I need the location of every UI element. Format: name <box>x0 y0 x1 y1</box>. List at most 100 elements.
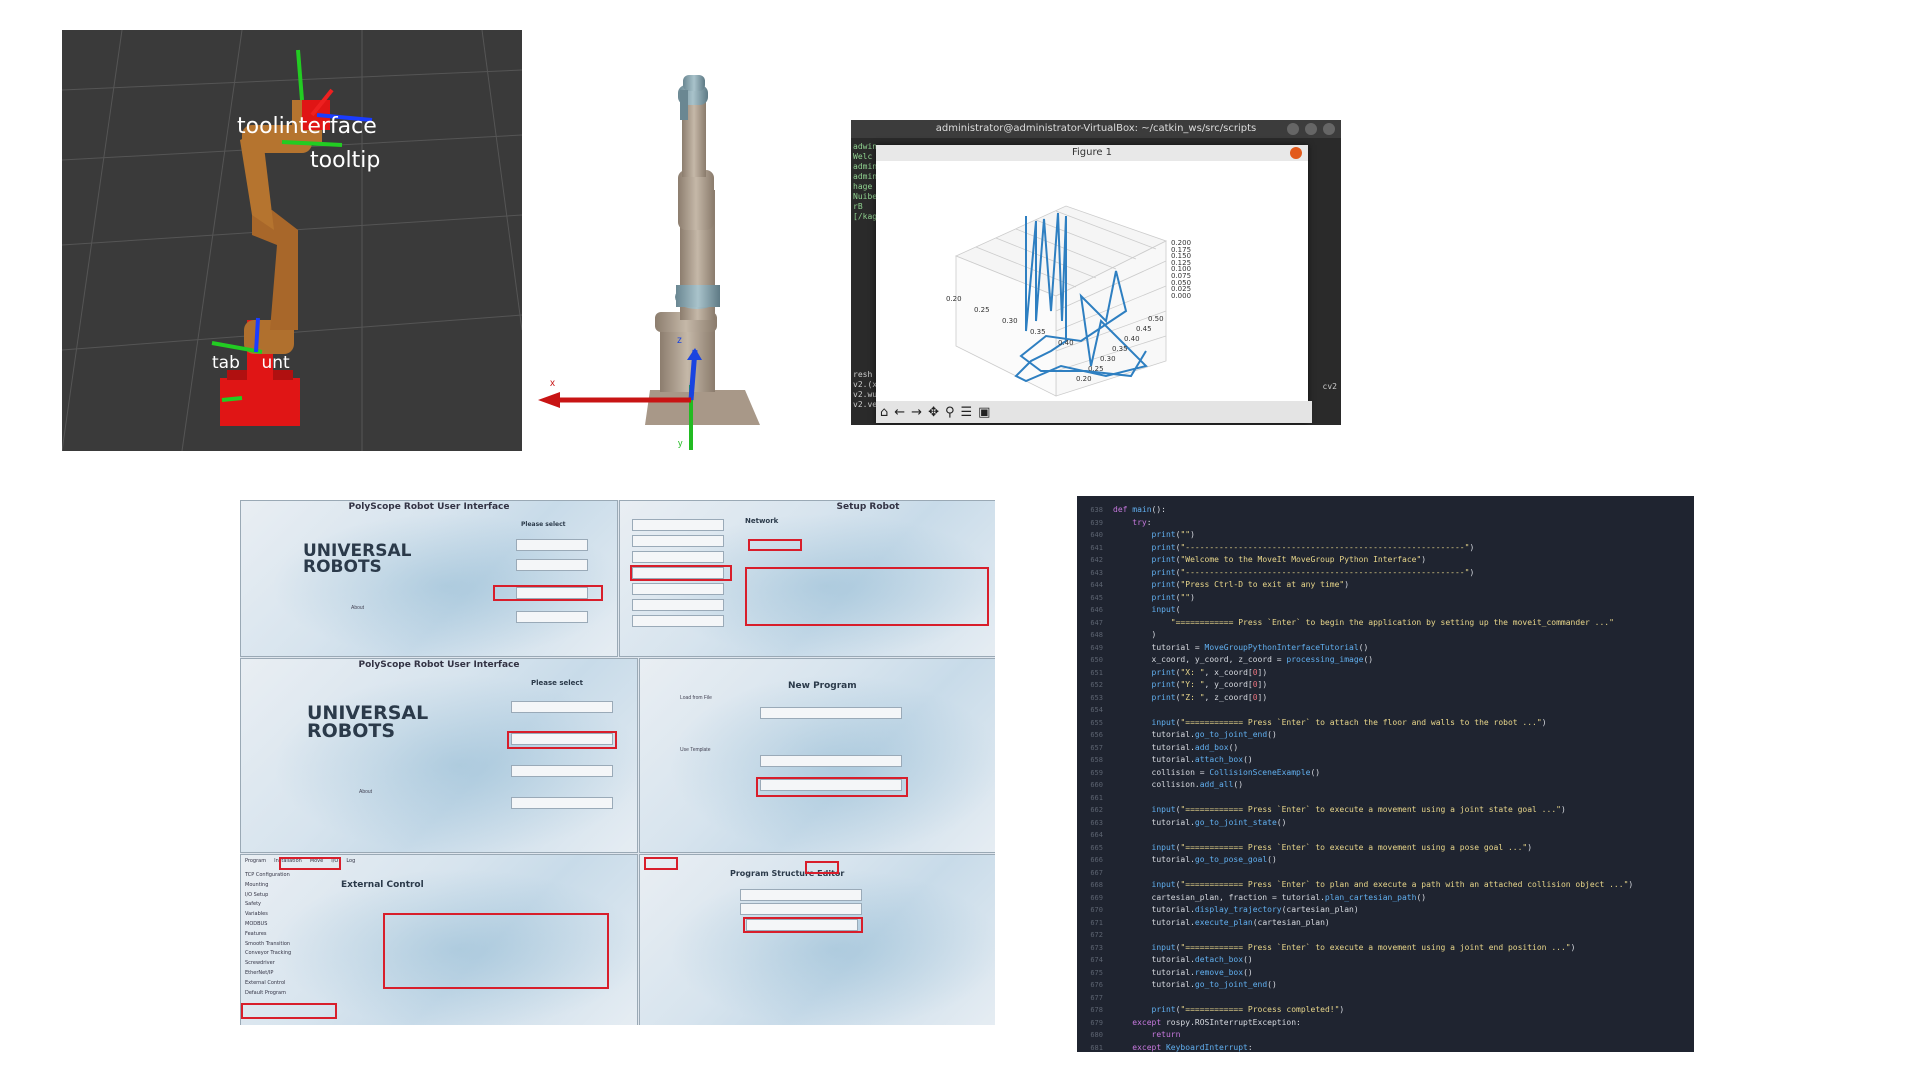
terminal-window-controls[interactable] <box>1287 123 1335 135</box>
code-token: ) <box>1421 555 1427 564</box>
installation-menu-item[interactable]: Variables <box>245 910 291 920</box>
zoom-icon[interactable]: ⚲ <box>945 405 955 420</box>
installation-menu[interactable]: Program Installation Move I/O Log TCP Configu… <box>245 858 355 999</box>
code-token: tutorial. <box>1113 755 1195 764</box>
terminal-titlebar[interactable]: administrator@administrator-VirtualBox: … <box>851 120 1341 138</box>
line-number: 678 <box>1090 1006 1103 1014</box>
code-editor[interactable]: 638 def main(): 639 try: 640 print("") 641 p… <box>1077 496 1694 1052</box>
installation-menu-item[interactable]: Default Program <box>245 989 291 999</box>
installation-menu-item[interactable]: I/O Setup <box>245 891 291 901</box>
code-line: 661 <box>1077 792 1694 805</box>
structure-option[interactable] <box>740 903 862 915</box>
line-number: 659 <box>1090 768 1103 777</box>
line-number: 652 <box>1090 681 1103 689</box>
run-program-button[interactable] <box>516 539 588 551</box>
load-program-button[interactable] <box>760 707 902 719</box>
highlight-box <box>279 857 341 870</box>
run-program-button[interactable] <box>511 701 613 713</box>
setup-menu-item[interactable] <box>632 519 724 531</box>
close-icon[interactable] <box>1323 123 1335 135</box>
code-line: 671 tutorial.execute_plan(cartesian_plan… <box>1077 917 1694 930</box>
save-icon[interactable]: ▣ <box>978 405 990 420</box>
code-token: , y_coord[ <box>1204 680 1253 689</box>
installation-menu-item[interactable]: Screwdriver <box>245 959 291 969</box>
code-token: processing_image <box>1286 655 1364 664</box>
figure-titlebar[interactable]: Figure 1 <box>876 145 1308 161</box>
code-line: 677 <box>1077 992 1694 1005</box>
figure-close-icon[interactable] <box>1290 147 1302 159</box>
pick-and-place-button[interactable] <box>760 755 902 767</box>
rviz-viewport[interactable]: toolinterface tooltip tab unt <box>62 30 522 451</box>
tab-log[interactable]: Log <box>346 857 355 867</box>
code-line: 647 "============ Press `Enter` to begin… <box>1077 617 1694 630</box>
code-token: attach_box <box>1194 755 1244 764</box>
line-number: 655 <box>1090 718 1103 727</box>
highlight-box <box>241 1003 337 1019</box>
installation-menu-item[interactable]: TCP Configuration <box>245 871 291 881</box>
code-token: "============ Press `Enter` to plan and … <box>1180 880 1629 889</box>
program-robot-button[interactable] <box>516 559 588 571</box>
setup-menu-item[interactable] <box>632 615 724 627</box>
code-token: collision. <box>1113 780 1200 789</box>
code-line: 645 print("") <box>1077 592 1694 605</box>
code-line: 651 print("X: ", x_coord[0]) <box>1077 667 1694 680</box>
setup-menu-item[interactable] <box>632 599 724 611</box>
installation-menu-item[interactable]: Smooth Transition <box>245 940 291 950</box>
x-axis-ticks: 0.20 0.25 0.30 0.35 0.40 <box>946 295 1086 365</box>
code-token: go_to_joint_state <box>1194 817 1277 827</box>
pan-icon[interactable]: ✥ <box>928 405 939 420</box>
shutdown-robot-button[interactable] <box>516 611 588 623</box>
code-line: 657 tutorial.add_box() <box>1077 742 1694 755</box>
line-number: 648 <box>1090 631 1103 639</box>
use-template-label: Use Template <box>680 747 711 753</box>
configure-icon[interactable]: ☰ <box>961 405 973 420</box>
code-token: detach_box <box>1194 955 1244 964</box>
installation-menu-item[interactable]: External Control <box>245 979 291 989</box>
installation-menu-item[interactable]: Features <box>245 930 291 940</box>
x-tick-label: 0.25 <box>974 306 990 314</box>
home-icon[interactable]: ⌂ <box>880 405 888 420</box>
shutdown-robot-button[interactable] <box>511 797 613 809</box>
code-token: (cartesian_plan) <box>1281 905 1359 914</box>
figure-window[interactable]: Figure 1 0.200 0.175 0.150 0.125 0.100 0.075 0… <box>876 145 1312 423</box>
line-number: 645 <box>1090 593 1103 602</box>
minimize-icon[interactable] <box>1287 123 1299 135</box>
code-token: MoveGroupPythonInterfaceTutorial <box>1204 642 1359 652</box>
line-number: 653 <box>1090 693 1103 702</box>
about-button[interactable]: About <box>351 605 364 611</box>
terminal-title: administrator@administrator-VirtualBox: … <box>935 123 1257 134</box>
load-from-file-label: Load from File <box>680 695 712 701</box>
code-token: def <box>1113 505 1133 514</box>
code-token: (): <box>1151 505 1166 514</box>
code-token: "============ Process completed!" <box>1180 1005 1340 1014</box>
line-number: 668 <box>1090 881 1103 889</box>
code-token: print <box>1151 530 1176 539</box>
code-line: 681 except KeyboardInterrupt: <box>1077 1042 1694 1053</box>
installation-menu-item[interactable]: Safety <box>245 900 291 910</box>
installation-menu-item[interactable]: EtherNet/IP <box>245 969 291 979</box>
installation-menu-item[interactable]: Conveyor Tracking <box>245 949 291 959</box>
structure-option[interactable] <box>740 889 862 901</box>
forward-icon[interactable]: → <box>911 405 922 420</box>
tab-program[interactable]: Program <box>245 857 266 867</box>
setup-robot-button[interactable] <box>511 765 613 777</box>
installation-menu-item[interactable]: MODBUS <box>245 920 291 930</box>
back-icon[interactable]: ← <box>894 405 905 420</box>
installation-menu-item[interactable]: Mounting <box>245 881 291 891</box>
line-number: 670 <box>1090 906 1103 914</box>
code-token: () <box>1267 730 1277 739</box>
line-number: 638 <box>1090 506 1103 514</box>
code-token: : <box>1146 517 1152 527</box>
setup-menu-item[interactable] <box>632 583 724 595</box>
code-token: () <box>1243 755 1253 764</box>
maximize-icon[interactable] <box>1305 123 1317 135</box>
setup-menu-item[interactable] <box>632 551 724 563</box>
x-tick-label: 0.35 <box>1030 328 1046 336</box>
about-button[interactable]: About <box>359 789 372 795</box>
setup-menu-item[interactable] <box>632 535 724 547</box>
line-number: 647 <box>1090 618 1103 627</box>
